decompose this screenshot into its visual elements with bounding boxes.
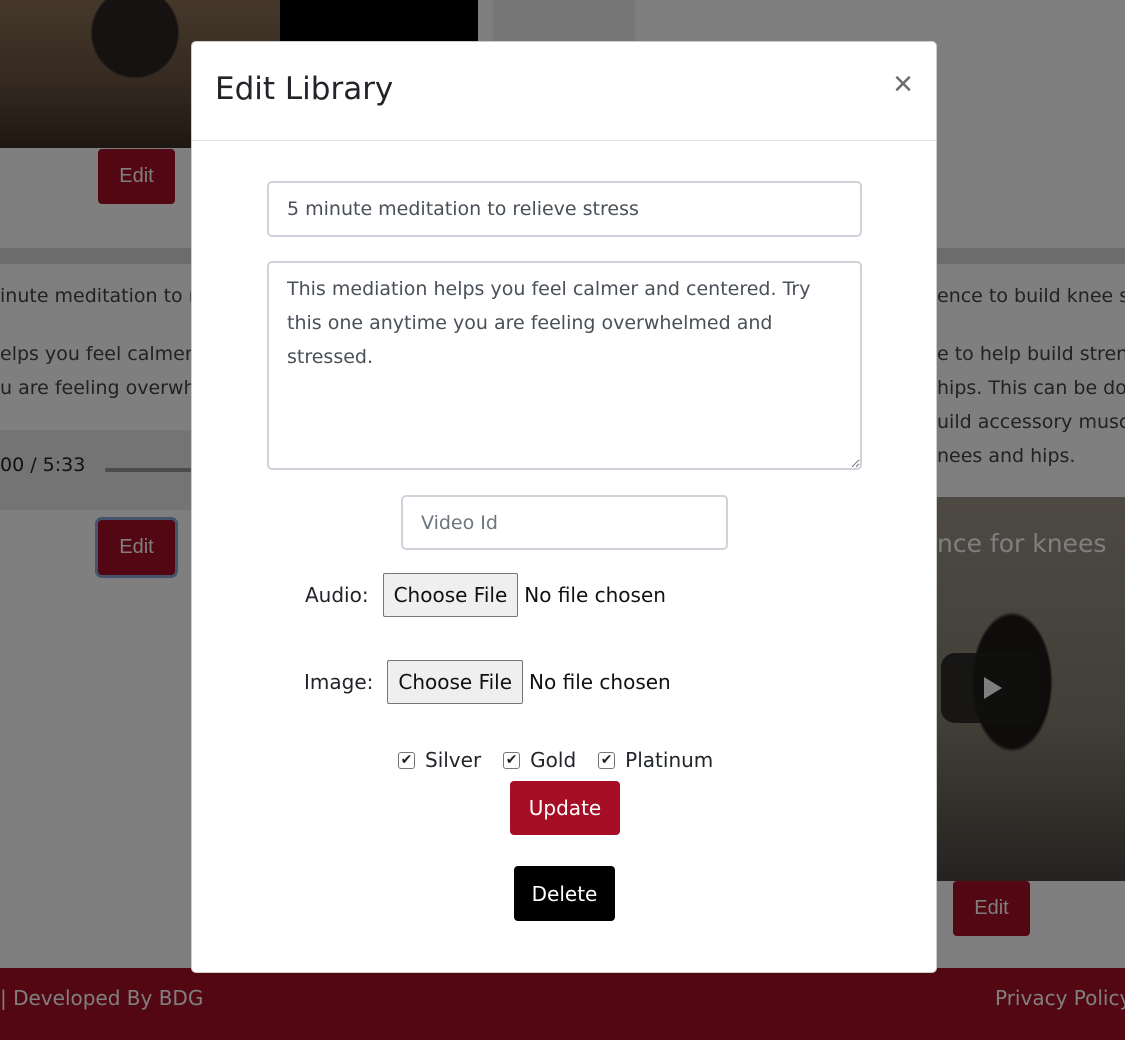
modal-title: Edit Library — [215, 71, 394, 107]
image-file-status: No file chosen — [529, 670, 671, 694]
title-input[interactable] — [267, 181, 862, 237]
image-label: Image: — [304, 670, 374, 694]
audio-file-status: No file chosen — [524, 583, 666, 607]
close-icon[interactable]: × — [887, 66, 919, 102]
gold-label: Gold — [530, 748, 577, 772]
platinum-label: Platinum — [625, 748, 714, 772]
description-textarea[interactable]: This mediation helps you feel calmer and… — [267, 261, 862, 470]
gold-checkbox[interactable]: ✔ — [503, 751, 521, 769]
silver-checkbox[interactable]: ✔ — [398, 751, 415, 769]
tier-silver[interactable]: ✔ Silver — [398, 748, 481, 772]
image-upload: Image: Choose File No file chosen — [304, 660, 671, 704]
audio-upload: Audio: Choose File No file chosen — [305, 573, 666, 617]
tier-gold[interactable]: ✔ Gold — [503, 748, 576, 772]
modal-header: Edit Library × — [192, 42, 936, 141]
audio-label: Audio: — [305, 583, 369, 607]
update-button[interactable]: Update — [510, 781, 620, 835]
tier-platinum[interactable]: ✔ Platinum — [598, 748, 713, 772]
tier-checkboxes: ✔ Silver ✔ Gold ✔ Platinum — [398, 748, 735, 772]
image-choose-file-button[interactable]: Choose File — [387, 660, 524, 704]
video-id-input[interactable] — [401, 495, 728, 550]
edit-library-modal: Edit Library × This mediation helps you … — [191, 41, 937, 973]
platinum-checkbox[interactable]: ✔ — [598, 751, 616, 769]
delete-button[interactable]: Delete — [514, 866, 615, 921]
audio-choose-file-button[interactable]: Choose File — [382, 573, 519, 617]
silver-label: Silver — [425, 748, 482, 772]
